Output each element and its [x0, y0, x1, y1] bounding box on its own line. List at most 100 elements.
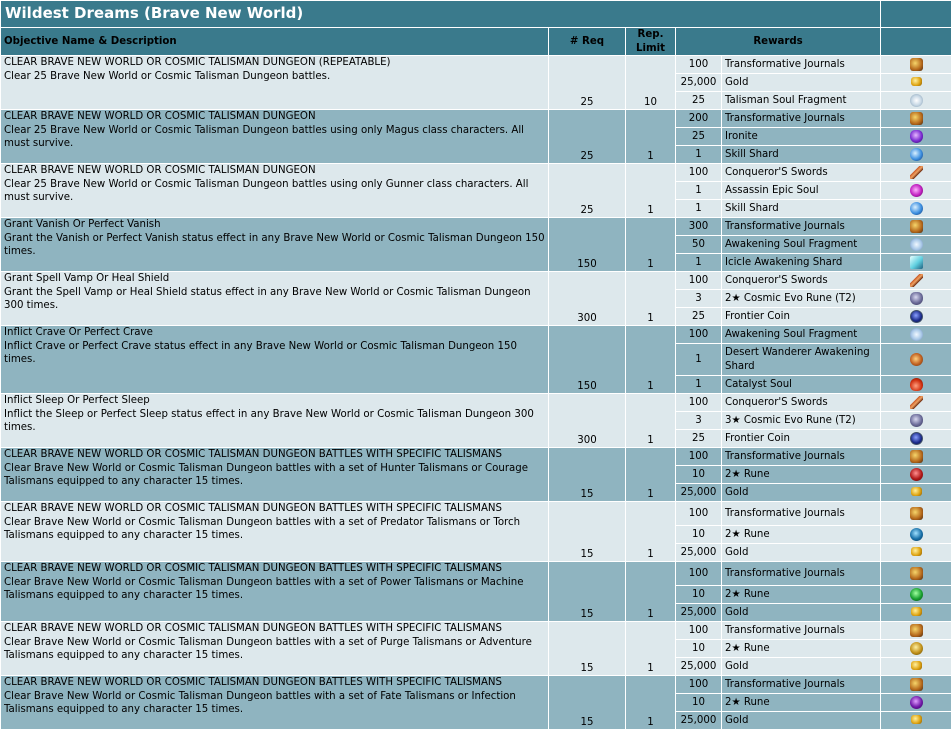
reward-item: Transformative Journals — [722, 562, 881, 586]
objective-cell: CLEAR BRAVE NEW WORLD OR COSMIC TALISMAN… — [1, 448, 549, 502]
objective-description: Clear Brave New World or Cosmic Talisman… — [4, 462, 545, 489]
reward-icon-cell — [881, 74, 951, 92]
reward-qty: 1 — [676, 376, 722, 394]
objectives-sheet: Wildest Dreams (Brave New World) Objecti… — [0, 0, 951, 714]
page-title: Wildest Dreams (Brave New World) — [1, 1, 881, 28]
sword-icon — [910, 166, 923, 179]
reward-qty: 100 — [676, 56, 722, 74]
reward-icon-cell — [881, 110, 951, 128]
objective-name: Inflict Sleep Or Perfect Sleep — [4, 394, 545, 408]
reward-item: Conqueror'S Swords — [722, 272, 881, 290]
objective-description: Clear Brave New World or Cosmic Talisman… — [4, 576, 545, 603]
reward-icon-cell — [881, 622, 951, 640]
reward-item: Gold — [722, 484, 881, 502]
req-count: 15 — [549, 622, 626, 676]
reward-icon-cell — [881, 272, 951, 290]
reward-icon-cell — [881, 562, 951, 586]
reward-icon-cell — [881, 200, 951, 218]
objective-name: Grant Spell Vamp Or Heal Shield — [4, 272, 545, 286]
rep-limit: 1 — [626, 218, 676, 272]
objective-description: Clear Brave New World or Cosmic Talisman… — [4, 516, 545, 543]
rep-limit: 10 — [626, 56, 676, 110]
reward-icon-cell — [881, 326, 951, 344]
reward-item: Skill Shard — [722, 146, 881, 164]
reward-qty: 100 — [676, 502, 722, 526]
reward-icon-cell — [881, 56, 951, 74]
reward-qty: 25 — [676, 430, 722, 448]
reward-qty: 50 — [676, 236, 722, 254]
objective-description: Inflict the Sleep or Perfect Sleep statu… — [4, 408, 545, 435]
reward-icon-cell — [881, 128, 951, 146]
reward-item: Transformative Journals — [722, 110, 881, 128]
objective-row: Grant Spell Vamp Or Heal ShieldGrant the… — [1, 272, 951, 290]
reward-qty: 3 — [676, 290, 722, 308]
reward-qty: 100 — [676, 562, 722, 586]
reward-item: Gold — [722, 658, 881, 676]
objective-description: Grant the Spell Vamp or Heal Shield stat… — [4, 286, 545, 313]
reward-item: Transformative Journals — [722, 502, 881, 526]
reward-item: 2★ Rune — [722, 526, 881, 544]
journal-icon — [910, 567, 923, 580]
reward-qty: 100 — [676, 272, 722, 290]
reward-icon-cell — [881, 466, 951, 484]
reward-icon-cell — [881, 236, 951, 254]
req-count: 150 — [549, 218, 626, 272]
reward-icon-cell — [881, 586, 951, 604]
objective-cell: CLEAR BRAVE NEW WORLD OR COSMIC TALISMAN… — [1, 502, 549, 562]
reward-qty: 3 — [676, 412, 722, 430]
reward-icon-cell — [881, 694, 951, 712]
skill-shard-icon — [910, 202, 923, 215]
reward-item: 2★ Cosmic Evo Rune (T2) — [722, 290, 881, 308]
journal-icon — [910, 450, 923, 463]
reward-item: Ironite — [722, 128, 881, 146]
objective-description: Clear 25 Brave New World or Cosmic Talis… — [4, 70, 545, 84]
req-count: 15 — [549, 502, 626, 562]
reward-qty: 100 — [676, 448, 722, 466]
rep-limit: 1 — [626, 676, 676, 730]
reward-item: 2★ Rune — [722, 466, 881, 484]
reward-icon-cell — [881, 394, 951, 412]
gold-icon — [911, 607, 922, 616]
header-limit: Rep. Limit — [626, 28, 676, 56]
reward-item: Talisman Soul Fragment — [722, 92, 881, 110]
journal-icon — [910, 112, 923, 125]
cosmic-rune-icon — [910, 292, 923, 305]
reward-item: 3★ Cosmic Evo Rune (T2) — [722, 412, 881, 430]
req-count: 25 — [549, 110, 626, 164]
reward-qty: 25,000 — [676, 658, 722, 676]
reward-qty: 1 — [676, 182, 722, 200]
rune-blue-icon — [910, 528, 923, 541]
journal-icon — [910, 58, 923, 71]
reward-item: Transformative Journals — [722, 56, 881, 74]
reward-icon-cell — [881, 448, 951, 466]
ironite-icon — [910, 130, 923, 143]
reward-qty: 25,000 — [676, 544, 722, 562]
objective-name: CLEAR BRAVE NEW WORLD OR COSMIC TALISMAN… — [4, 502, 545, 516]
objective-row: Grant Vanish Or Perfect VanishGrant the … — [1, 218, 951, 236]
skill-shard-icon — [910, 148, 923, 161]
reward-item: Conqueror'S Swords — [722, 164, 881, 182]
journal-icon — [910, 678, 923, 691]
sword-icon — [910, 396, 923, 409]
reward-icon-cell — [881, 676, 951, 694]
objective-cell: CLEAR BRAVE NEW WORLD OR COSMIC TALISMAN… — [1, 562, 549, 622]
objective-row: CLEAR BRAVE NEW WORLD OR COSMIC TALISMAN… — [1, 622, 951, 640]
reward-icon-cell — [881, 182, 951, 200]
gold-icon — [911, 661, 922, 670]
rep-limit: 1 — [626, 448, 676, 502]
objective-row: CLEAR BRAVE NEW WORLD OR COSMIC TALISMAN… — [1, 562, 951, 586]
frontier-coin-icon — [910, 310, 923, 323]
reward-qty: 1 — [676, 146, 722, 164]
objective-name: CLEAR BRAVE NEW WORLD OR COSMIC TALISMAN… — [4, 622, 545, 636]
req-count: 300 — [549, 272, 626, 326]
rune-purple-icon — [910, 696, 923, 709]
reward-item: 2★ Rune — [722, 586, 881, 604]
objective-name: CLEAR BRAVE NEW WORLD OR COSMIC TALISMAN… — [4, 676, 545, 690]
journal-icon — [910, 507, 923, 520]
reward-icon-cell — [881, 604, 951, 622]
reward-item: Frontier Coin — [722, 430, 881, 448]
title-spacer — [881, 1, 951, 28]
reward-qty: 300 — [676, 218, 722, 236]
reward-qty: 1 — [676, 254, 722, 272]
objective-row: Inflict Crave Or Perfect CraveInflict Cr… — [1, 326, 951, 344]
